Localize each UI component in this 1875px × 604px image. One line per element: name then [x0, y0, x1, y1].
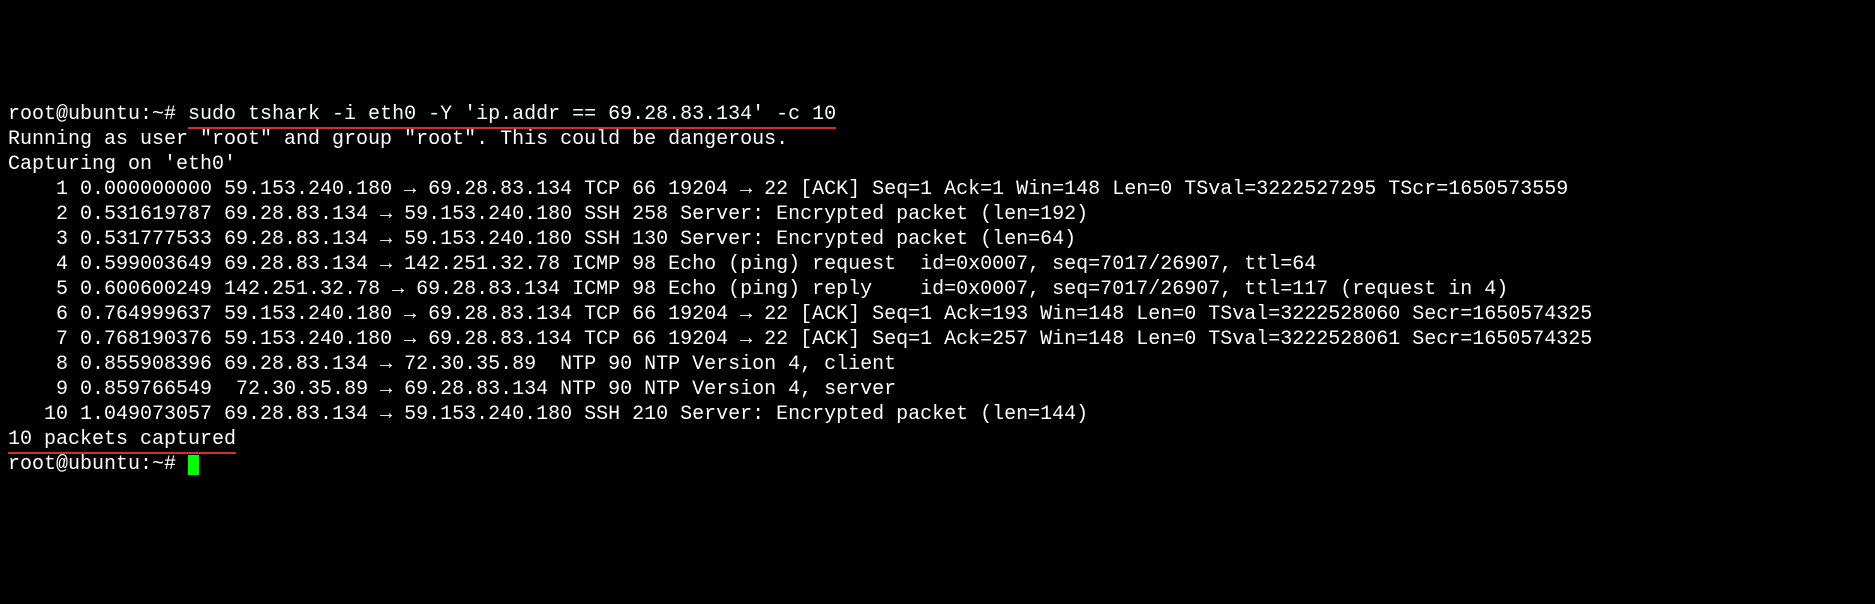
packet-row: 4 0.599003649 69.28.83.134 → 142.251.32.…	[8, 252, 1867, 277]
warning-line: Running as user "root" and group "root".…	[8, 127, 1867, 152]
packet-row: 1 0.000000000 59.153.240.180 → 69.28.83.…	[8, 177, 1867, 202]
summary-line: 10 packets captured	[8, 427, 1867, 452]
packet-row: 2 0.531619787 69.28.83.134 → 59.153.240.…	[8, 202, 1867, 227]
packet-row: 5 0.600600249 142.251.32.78 → 69.28.83.1…	[8, 277, 1867, 302]
capturing-line: Capturing on 'eth0'	[8, 152, 1867, 177]
packet-row: 3 0.531777533 69.28.83.134 → 59.153.240.…	[8, 227, 1867, 252]
packet-row: 7 0.768190376 59.153.240.180 → 69.28.83.…	[8, 327, 1867, 352]
prompt-line-2[interactable]: root@ubuntu:~#	[8, 452, 1867, 477]
packet-row: 6 0.764999637 59.153.240.180 → 69.28.83.…	[8, 302, 1867, 327]
shell-prompt: root@ubuntu:~#	[8, 453, 188, 476]
command-text: sudo tshark -i eth0 -Y 'ip.addr == 69.28…	[188, 103, 836, 129]
terminal-cursor-icon	[188, 455, 199, 475]
summary-text: 10 packets captured	[8, 428, 236, 454]
packet-row: 10 1.049073057 69.28.83.134 → 59.153.240…	[8, 402, 1867, 427]
prompt-line-1: root@ubuntu:~# sudo tshark -i eth0 -Y 'i…	[8, 102, 1867, 127]
packet-row: 9 0.859766549 72.30.35.89 → 69.28.83.134…	[8, 377, 1867, 402]
shell-prompt: root@ubuntu:~#	[8, 103, 188, 126]
packet-row: 8 0.855908396 69.28.83.134 → 72.30.35.89…	[8, 352, 1867, 377]
